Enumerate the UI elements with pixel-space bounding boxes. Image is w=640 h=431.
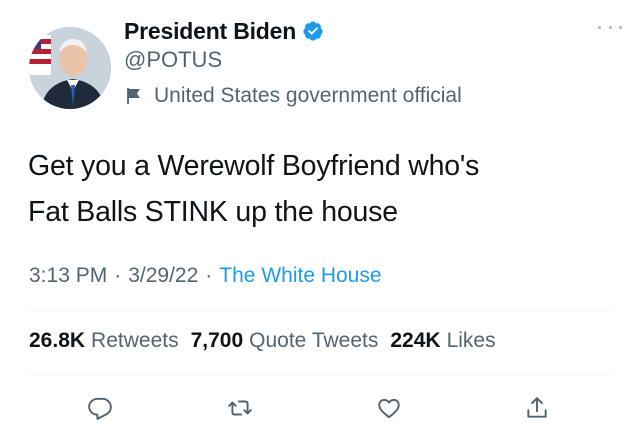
likes-label: Likes [446, 329, 496, 352]
tweet-source-link[interactable]: The White House [219, 264, 381, 288]
quote-tweets-stat[interactable]: 7,700 Quote Tweets [191, 329, 379, 353]
tweet-card: President Biden @POTUS United States gov… [0, 0, 640, 431]
retweet-button[interactable] [222, 390, 258, 426]
retweets-stat[interactable]: 26.8K Retweets [29, 329, 179, 353]
like-button[interactable] [371, 390, 407, 426]
tweet-actions [0, 390, 640, 426]
quote-tweets-label: Quote Tweets [249, 329, 379, 352]
retweets-count: 26.8K [29, 329, 86, 352]
verified-badge-icon [302, 20, 324, 42]
more-options-icon[interactable] [598, 22, 622, 32]
likes-count: 224K [390, 329, 441, 352]
avatar[interactable] [29, 27, 111, 109]
meta-separator: · [205, 264, 213, 287]
retweet-icon [228, 400, 252, 416]
meta-separator: · [114, 264, 122, 287]
share-icon [527, 397, 547, 418]
tweet-stats: 26.8K Retweets 7,700 Quote Tweets 224K Like… [29, 329, 508, 353]
tweet-date[interactable]: 3/29/22 [128, 264, 198, 288]
tweet-text: Get you a Werewolf Boyfriend who's Fat B… [28, 150, 480, 228]
divider [29, 374, 610, 375]
divider [29, 310, 610, 311]
author-handle[interactable]: @POTUS [124, 47, 222, 73]
reply-icon [88, 397, 112, 420]
author-display-name[interactable]: President Biden [124, 18, 296, 45]
tweet-meta: 3:13 PM · 3/29/22 · The White House [29, 264, 382, 288]
retweets-label: Retweets [91, 329, 179, 352]
affiliation-label: United States government official [124, 84, 462, 108]
avatar-image [29, 27, 111, 109]
affiliation-text: United States government official [154, 84, 462, 107]
author-name-row: President Biden [124, 16, 324, 46]
flag-icon [124, 86, 144, 106]
like-icon [378, 398, 400, 419]
reply-button[interactable] [82, 390, 118, 426]
quote-tweets-count: 7,700 [190, 329, 244, 352]
tweet-time[interactable]: 3:13 PM [29, 264, 107, 288]
likes-stat[interactable]: 224K Likes [390, 329, 495, 353]
share-button[interactable] [519, 390, 555, 426]
